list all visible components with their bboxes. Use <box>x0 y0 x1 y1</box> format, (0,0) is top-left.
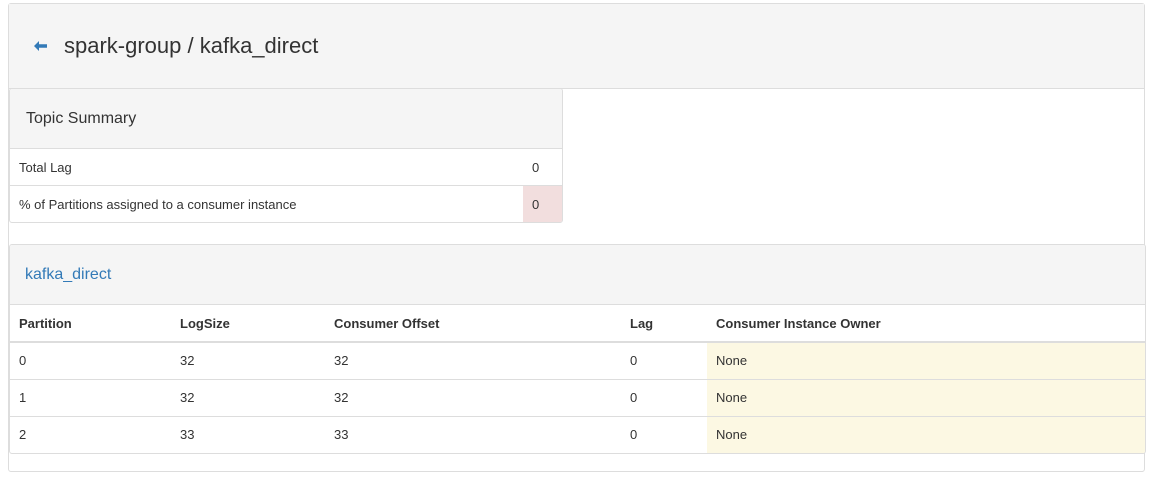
cell-consumer-offset: 32 <box>325 342 621 380</box>
page-header: spark-group / kafka_direct <box>9 4 1144 89</box>
table-row: 1 32 32 0 None <box>10 379 1145 417</box>
cell-consumer-offset: 32 <box>325 379 621 417</box>
topic-partitions-panel: kafka_direct Partition LogSize Consumer … <box>9 244 1146 454</box>
cell-logsize: 32 <box>171 342 325 380</box>
topic-heading: kafka_direct <box>10 245 1145 305</box>
topic-summary-heading: Topic Summary <box>10 89 562 149</box>
summary-label: % of Partitions assigned to a consumer i… <box>19 197 297 212</box>
summary-row-total-lag: Total Lag 0 <box>10 149 562 186</box>
page-title: spark-group / kafka_direct <box>64 33 319 58</box>
table-row: 0 32 32 0 None <box>10 342 1145 380</box>
cell-logsize: 33 <box>180 427 195 443</box>
column-header-consumer-offset: Consumer Offset <box>325 305 621 343</box>
topic-name-link[interactable]: kafka_direct <box>25 266 111 284</box>
topic-summary-panel: Topic Summary Total Lag 0 % of Partition… <box>9 88 563 223</box>
cell-owner: None <box>707 379 1145 417</box>
column-header-consumer-instance-owner: Consumer Instance Owner <box>707 305 1145 343</box>
column-header-logsize: LogSize <box>171 305 325 343</box>
cell-owner: None <box>707 342 1145 380</box>
cell-partition: 0 <box>10 342 171 380</box>
column-header-lag: Lag <box>621 305 707 343</box>
consumer-group-page: spark-group / kafka_direct Topic Summary… <box>8 3 1146 472</box>
cell-owner: None <box>707 416 1145 453</box>
table-header-row: Partition LogSize Consumer Offset Lag Co… <box>10 305 1145 343</box>
summary-value-danger: 0 <box>523 186 562 222</box>
cell-partition: 1 <box>10 379 171 417</box>
summary-value: 0 <box>532 159 540 175</box>
cell-lag: 0 <box>621 342 707 380</box>
cell-logsize: 32 <box>171 379 325 417</box>
partitions-table: Partition LogSize Consumer Offset Lag Co… <box>10 305 1145 453</box>
summary-row-partitions-assigned: % of Partitions assigned to a consumer i… <box>10 186 562 222</box>
column-header-partition: Partition <box>10 305 171 343</box>
summary-label: Total Lag <box>19 159 72 175</box>
cell-lag: 0 <box>630 427 638 443</box>
arrow-left-icon[interactable] <box>34 39 50 53</box>
table-row: 2 33 33 0 None <box>10 416 1145 453</box>
cell-consumer-offset: 33 <box>334 427 349 443</box>
cell-partition: 2 <box>19 427 27 443</box>
cell-lag: 0 <box>621 379 707 417</box>
